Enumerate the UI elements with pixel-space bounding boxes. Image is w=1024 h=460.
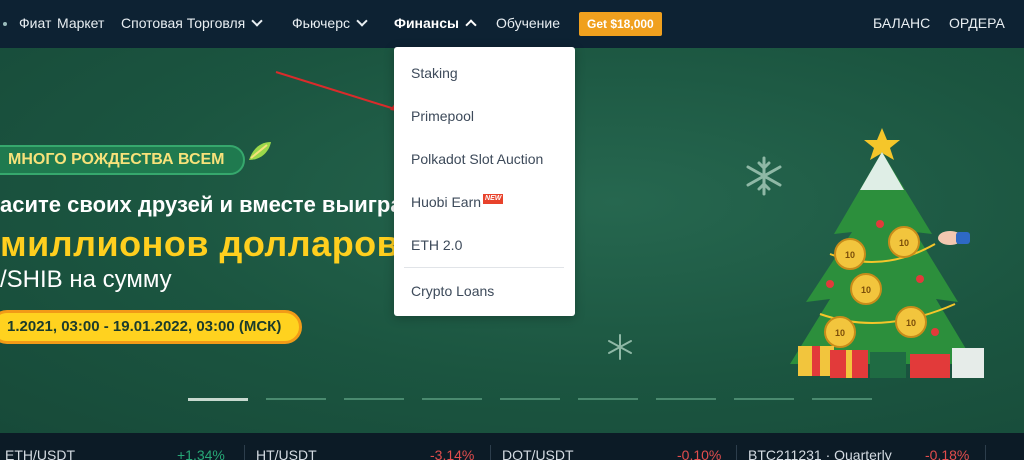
menu-item-polkadot-slot-auction[interactable]: Polkadot Slot Auction	[411, 151, 543, 167]
carousel-dot[interactable]	[422, 398, 482, 400]
red-arrow-annotation	[275, 71, 404, 112]
carousel-dot[interactable]	[344, 398, 404, 400]
chevron-down-icon	[356, 15, 368, 27]
carousel-dot[interactable]	[812, 398, 872, 400]
menu-item-eth2[interactable]: ETH 2.0	[411, 237, 462, 253]
menu-item-label: Crypto Loans	[411, 283, 495, 299]
promo-headline-1: асите своих друзей и вместе выиграй	[0, 192, 417, 217]
snowflake-icon	[608, 334, 632, 360]
nav-item-label: Фьючерс	[292, 15, 350, 31]
menu-item-label: Huobi Earn	[411, 194, 482, 210]
menu-item-crypto-loans[interactable]: Crypto Loans	[411, 283, 494, 299]
carousel-dot[interactable]	[188, 398, 248, 401]
nav-item-label: ОРДЕРА	[949, 15, 1005, 31]
nav-orders-link[interactable]: ОРДЕРА	[949, 15, 1005, 31]
nav-item-spot-trading[interactable]: Спотовая Торговля	[121, 15, 263, 31]
ticker-change: +1.34%	[177, 447, 225, 460]
ticker-divider	[244, 445, 245, 460]
menu-item-label: ETH 2.0	[411, 237, 463, 253]
ticker-pair[interactable]: DOT/USDT	[502, 447, 574, 460]
ticker-pair[interactable]: BTC211231 · Quarterly	[748, 447, 892, 460]
market-ticker: ETH/USDT +1.34% HT/USDT -3.14% DOT/USDT …	[0, 433, 1024, 460]
svg-text:10: 10	[861, 285, 871, 295]
nav-balance-link[interactable]: БАЛАНС	[873, 15, 930, 31]
nav-item-fiat[interactable]: Фиат	[19, 15, 51, 31]
ticker-divider	[490, 445, 491, 460]
christmas-tree-illustration: 10 10 10 10 10	[790, 128, 984, 378]
ticker-pair[interactable]: ETH/USDT	[5, 447, 75, 460]
promo-headline-3: /SHIB на сумму	[0, 266, 172, 293]
promo-headline-2: миллионов долларов!	[0, 223, 412, 264]
nav-item-learn[interactable]: Обучение	[496, 15, 560, 31]
menu-item-primepool[interactable]: Primepool	[411, 108, 474, 124]
ticker-divider	[736, 445, 737, 460]
promo-tag: МНОГО РОЖДЕСТВА ВСЕМ	[0, 145, 245, 175]
carousel-dot[interactable]	[656, 398, 716, 400]
ticker-change: -0.18%	[925, 447, 970, 460]
nav-item-finance[interactable]: Финансы	[394, 15, 477, 31]
nav-item-futures[interactable]: Фьючерс	[292, 15, 368, 31]
nav-item-label: Фиат	[19, 15, 52, 31]
svg-text:10: 10	[835, 328, 845, 338]
finance-dropdown-menu: Staking Primepool Polkadot Slot Auction …	[394, 47, 575, 316]
nav-item-label: Финансы	[394, 15, 459, 31]
menu-item-label: Polkadot Slot Auction	[411, 151, 544, 167]
nav-item-market[interactable]: Маркет	[57, 15, 104, 31]
chevron-up-icon	[465, 19, 477, 31]
carousel-dot[interactable]	[500, 398, 560, 400]
ticker-change: -3.14%	[430, 447, 475, 460]
menu-item-huobi-earn[interactable]: Huobi Earn NEW	[411, 194, 504, 210]
ticker-pair[interactable]: HT/USDT	[256, 447, 317, 460]
svg-text:10: 10	[899, 238, 909, 248]
menu-item-staking[interactable]: Staking	[411, 65, 458, 81]
promo-date-range: 1.2021, 03:00 - 19.01.2022, 03:00 (МСК)	[0, 310, 303, 344]
chevron-down-icon	[251, 15, 263, 27]
svg-text:10: 10	[845, 250, 855, 260]
carousel-dot[interactable]	[734, 398, 794, 400]
leaf-icon	[249, 142, 271, 160]
promo-tag-text: МНОГО РОЖДЕСТВА ВСЕМ	[8, 151, 225, 168]
nav-item-label: Маркет	[57, 15, 105, 31]
carousel-indicators	[0, 398, 1024, 402]
menu-item-label: Staking	[411, 65, 458, 81]
ticker-change: -0.10%	[677, 447, 722, 460]
carousel-dot[interactable]	[266, 398, 326, 400]
nav-dot-icon	[3, 22, 7, 26]
menu-item-label: Primepool	[411, 108, 475, 124]
carousel-dot[interactable]	[578, 398, 638, 400]
svg-text:10: 10	[906, 318, 916, 328]
nav-item-label: БАЛАНС	[873, 15, 931, 31]
menu-divider	[404, 267, 564, 268]
get-bonus-button[interactable]: Get $18,000	[579, 12, 662, 36]
top-navbar: Фиат Маркет Спотовая Торговля Фьючерс Фи…	[0, 0, 1024, 48]
nav-item-label: Спотовая Торговля	[121, 15, 246, 31]
ticker-divider	[985, 445, 986, 460]
new-badge: NEW	[483, 194, 504, 204]
nav-item-label: Обучение	[496, 15, 561, 31]
